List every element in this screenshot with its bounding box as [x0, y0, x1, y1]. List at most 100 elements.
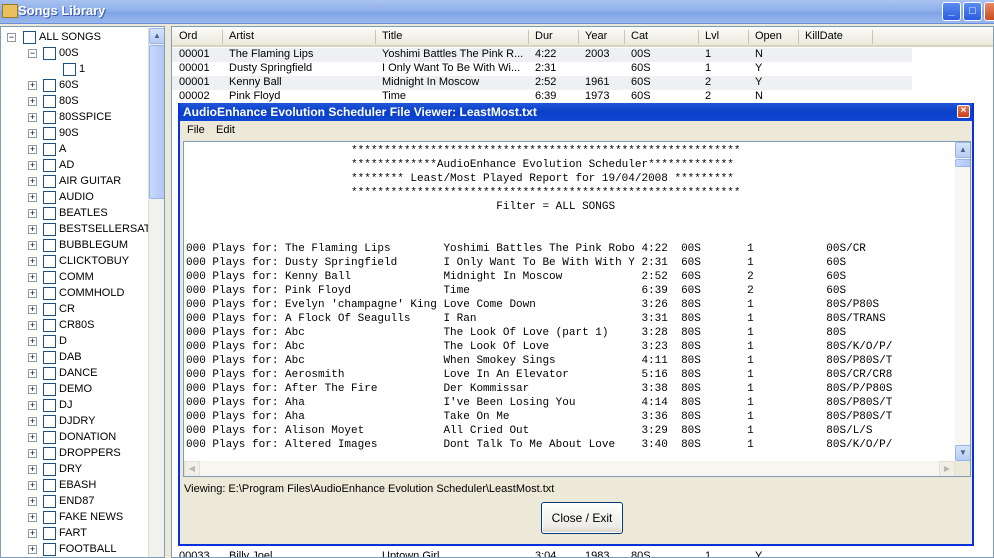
- tree-checkbox[interactable]: [43, 335, 56, 348]
- column-header[interactable]: Ord: [179, 30, 197, 42]
- expand-icon[interactable]: +: [28, 417, 37, 426]
- scroll-down-icon[interactable]: ▼: [955, 445, 970, 461]
- column-header[interactable]: Year: [585, 30, 607, 42]
- expand-icon[interactable]: +: [28, 401, 37, 410]
- scroll-thumb[interactable]: [149, 45, 164, 199]
- expand-icon[interactable]: +: [28, 433, 37, 442]
- tree-item[interactable]: − 00S: [1, 46, 147, 62]
- tree-item[interactable]: + DRY: [1, 462, 147, 478]
- tree-checkbox[interactable]: [43, 415, 56, 428]
- tree-item[interactable]: + CR80S: [1, 318, 147, 334]
- expand-icon[interactable]: +: [28, 481, 37, 490]
- category-tree[interactable]: − ALL SONGS −00S 1 +60S +80S +80SSPICE +90S + A + A…: [0, 26, 165, 558]
- tree-scrollbar[interactable]: ▲: [148, 28, 164, 557]
- tree-item[interactable]: + EBASH: [1, 478, 147, 494]
- column-divider[interactable]: [698, 30, 699, 44]
- tree-item[interactable]: +90S: [1, 126, 147, 142]
- column-divider[interactable]: [375, 30, 376, 44]
- tree-checkbox[interactable]: [43, 431, 56, 444]
- tree-checkbox[interactable]: [43, 463, 56, 476]
- tree-checkbox[interactable]: [43, 495, 56, 508]
- tree-checkbox[interactable]: [43, 111, 56, 124]
- tree-checkbox[interactable]: [43, 127, 56, 140]
- tree-item[interactable]: 1: [1, 62, 147, 78]
- report-vscrollbar[interactable]: ▲ ▼: [955, 142, 970, 461]
- tree-checkbox[interactable]: [23, 31, 36, 44]
- expand-icon[interactable]: +: [28, 161, 37, 170]
- tree-checkbox[interactable]: [43, 511, 56, 524]
- tree-checkbox[interactable]: [43, 543, 56, 556]
- tree-checkbox[interactable]: [43, 95, 56, 108]
- tree-item[interactable]: + BESTSELLERSAT6: [1, 222, 157, 238]
- expand-icon[interactable]: +: [28, 193, 37, 202]
- tree-checkbox[interactable]: [43, 527, 56, 540]
- column-header[interactable]: Title: [382, 30, 402, 42]
- collapse-icon[interactable]: −: [28, 49, 37, 58]
- expand-icon[interactable]: +: [28, 129, 37, 138]
- expand-icon[interactable]: +: [28, 337, 37, 346]
- tree-item[interactable]: + FOOTBALL: [1, 542, 147, 557]
- tree-checkbox[interactable]: [43, 367, 56, 380]
- tree-checkbox[interactable]: [43, 191, 56, 204]
- tree-checkbox[interactable]: [43, 159, 56, 172]
- tree-item[interactable]: + DJ: [1, 398, 147, 414]
- tree-item[interactable]: + COMM: [1, 270, 147, 286]
- tree-checkbox[interactable]: [43, 79, 56, 92]
- tree-checkbox[interactable]: [43, 399, 56, 412]
- tree-item[interactable]: + DAB: [1, 350, 147, 366]
- close-exit-button[interactable]: Close / Exit: [541, 502, 623, 534]
- tree-checkbox[interactable]: [43, 143, 56, 156]
- tree-item[interactable]: − ALL SONGS: [1, 30, 147, 46]
- tree-item[interactable]: + AD: [1, 158, 147, 174]
- tree-checkbox[interactable]: [43, 303, 56, 316]
- table-row[interactable]: 00001 Kenny Ball Midnight In Moscow 2:52 196…: [172, 76, 912, 90]
- expand-icon[interactable]: +: [28, 273, 37, 282]
- expand-icon[interactable]: +: [28, 113, 37, 122]
- tree-checkbox[interactable]: [43, 383, 56, 396]
- expand-icon[interactable]: +: [28, 513, 37, 522]
- scroll-up-icon[interactable]: ▲: [149, 28, 164, 44]
- expand-icon[interactable]: +: [28, 529, 37, 538]
- tree-item[interactable]: + DROPPERS: [1, 446, 147, 462]
- expand-icon[interactable]: +: [28, 209, 37, 218]
- tree-checkbox[interactable]: [43, 479, 56, 492]
- column-divider[interactable]: [222, 30, 223, 44]
- scroll-right-icon[interactable]: ▶: [939, 461, 955, 476]
- minimize-button[interactable]: _: [942, 2, 961, 21]
- expand-icon[interactable]: +: [28, 465, 37, 474]
- column-divider[interactable]: [624, 30, 625, 44]
- tree-item[interactable]: + END87: [1, 494, 147, 510]
- column-divider[interactable]: [872, 30, 873, 44]
- tree-checkbox[interactable]: [43, 351, 56, 364]
- tree-item[interactable]: +80SSPICE: [1, 110, 147, 126]
- menu-edit[interactable]: Edit: [216, 124, 235, 136]
- expand-icon[interactable]: +: [28, 449, 37, 458]
- expand-icon[interactable]: +: [28, 81, 37, 90]
- column-header[interactable]: KillDate: [805, 30, 843, 42]
- column-header[interactable]: Open: [755, 30, 782, 42]
- report-hscrollbar[interactable]: ◀ ▶: [184, 461, 955, 476]
- tree-checkbox[interactable]: [43, 207, 56, 220]
- column-header[interactable]: Artist: [229, 30, 254, 42]
- tree-checkbox[interactable]: [43, 447, 56, 460]
- scroll-thumb[interactable]: [955, 159, 970, 167]
- expand-icon[interactable]: +: [28, 305, 37, 314]
- tree-item[interactable]: +80S: [1, 94, 147, 110]
- tree-checkbox[interactable]: [43, 319, 56, 332]
- tree-item[interactable]: +60S: [1, 78, 147, 94]
- tree-checkbox[interactable]: [43, 47, 56, 60]
- dialog-close-icon[interactable]: ×: [957, 105, 970, 118]
- tree-item[interactable]: + FART: [1, 526, 147, 542]
- expand-icon[interactable]: +: [28, 257, 37, 266]
- expand-icon[interactable]: +: [28, 177, 37, 186]
- expand-icon[interactable]: +: [28, 241, 37, 250]
- tree-item[interactable]: + COMMHOLD: [1, 286, 147, 302]
- column-divider[interactable]: [578, 30, 579, 44]
- expand-icon[interactable]: +: [28, 385, 37, 394]
- tree-item[interactable]: + CR: [1, 302, 147, 318]
- tree-checkbox[interactable]: [43, 239, 56, 252]
- tree-item[interactable]: + FAKE NEWS: [1, 510, 147, 526]
- report-text-view[interactable]: ****************************************…: [183, 141, 971, 477]
- column-divider[interactable]: [528, 30, 529, 44]
- tree-item[interactable]: + AIR GUITAR: [1, 174, 147, 190]
